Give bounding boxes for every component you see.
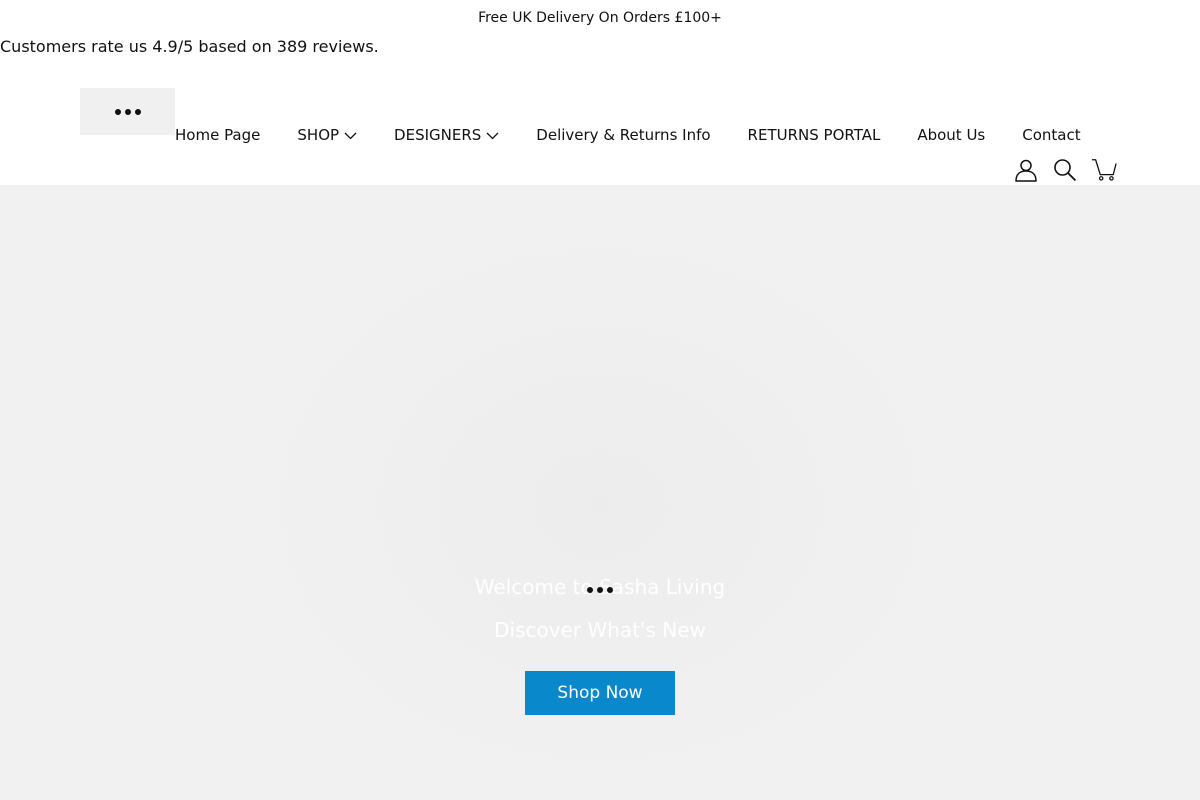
hero-banner: Welcome to Sasha Living Discover What's … [0,185,1200,800]
account-button[interactable] [1013,157,1039,183]
announcement-text: Free UK Delivery On Orders £100+ [478,10,722,26]
nav-item-about-us[interactable]: About Us [917,126,985,144]
account-icon [1015,159,1037,182]
nav-item-label: SHOP [297,126,340,144]
loading-dots-icon [587,587,613,593]
nav-item-label: Contact [1022,126,1081,144]
header-icons [1013,157,1117,183]
reviews-summary: Customers rate us 4.9/5 based on 389 rev… [0,37,379,56]
hero-subtitle: Discover What's New [494,618,706,642]
shop-now-button[interactable]: Shop Now [525,671,675,715]
chevron-down-icon [486,132,499,139]
chevron-down-icon [344,132,357,139]
announcement-bar: Free UK Delivery On Orders £100+ [0,0,1200,36]
nav-item-designers[interactable]: DESIGNERS [394,126,499,144]
search-icon [1054,159,1077,182]
nav-item-returns-portal[interactable]: RETURNS PORTAL [748,126,881,144]
search-button[interactable] [1052,157,1078,183]
main-nav: Home Page SHOP DESIGNERS Delivery & Retu… [175,124,1081,146]
cart-button[interactable] [1091,157,1117,183]
nav-item-label: DESIGNERS [394,126,482,144]
nav-item-label: RETURNS PORTAL [747,126,881,144]
cart-icon [1091,159,1117,181]
nav-item-contact[interactable]: Contact [1022,126,1080,144]
site-header: Home Page SHOP DESIGNERS Delivery & Retu… [0,60,1200,185]
nav-item-label: Delivery & Returns Info [536,126,711,144]
logo-placeholder[interactable] [80,88,175,135]
nav-item-home-page[interactable]: Home Page [175,126,260,144]
nav-item-delivery-returns-info[interactable]: Delivery & Returns Info [536,126,710,144]
nav-item-label: Home Page [175,126,261,144]
nav-item-label: About Us [917,126,986,144]
nav-item-shop[interactable]: SHOP [297,126,357,144]
loading-dots-icon [114,108,141,115]
